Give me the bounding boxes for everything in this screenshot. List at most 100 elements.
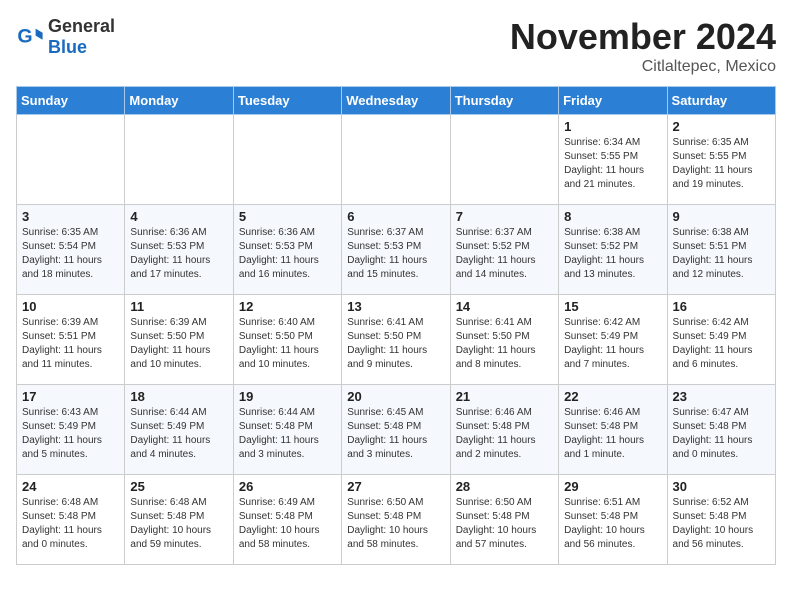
calendar-cell: 3Sunrise: 6:35 AM Sunset: 5:54 PM Daylig… xyxy=(17,205,125,295)
day-number: 28 xyxy=(456,479,553,494)
day-info: Sunrise: 6:44 AM Sunset: 5:49 PM Dayligh… xyxy=(130,406,227,462)
day-info: Sunrise: 6:41 AM Sunset: 5:50 PM Dayligh… xyxy=(456,316,553,372)
calendar-cell: 2 Sunrise: 6:35 AM Sunset: 5:55 PM Daylig… xyxy=(667,115,775,205)
day-number: 17 xyxy=(22,389,119,404)
day-number: 1 xyxy=(564,119,661,134)
day-number: 5 xyxy=(239,209,336,224)
day-info: Sunrise: 6:44 AM Sunset: 5:48 PM Dayligh… xyxy=(239,406,336,462)
week-row-1: 1Sunrise: 6:34 AM Sunset: 5:55 PM Daylig… xyxy=(17,115,776,205)
day-number: 11 xyxy=(130,299,227,314)
calendar-cell: 30 Sunrise: 6:52 AM Sunset: 5:48 PM Dayli… xyxy=(667,475,775,565)
day-number: 13 xyxy=(347,299,444,314)
day-number: 27 xyxy=(347,479,444,494)
dow-saturday: Saturday xyxy=(667,87,775,115)
header: G General Blue November 2024 Citlaltepec… xyxy=(16,16,776,76)
calendar-cell: 20 Sunrise: 6:45 AM Sunset: 5:48 PM Dayli… xyxy=(342,385,450,475)
calendar-cell: 29 Sunrise: 6:51 AM Sunset: 5:48 PM Dayli… xyxy=(559,475,667,565)
day-info: Sunrise: 6:45 AM Sunset: 5:48 PM Dayligh… xyxy=(347,406,444,462)
calendar-cell: 10 Sunrise: 6:39 AM Sunset: 5:51 PM Dayli… xyxy=(17,295,125,385)
day-info: Sunrise: 6:46 AM Sunset: 5:48 PM Dayligh… xyxy=(456,406,553,462)
logo-blue-text: Blue xyxy=(48,37,87,57)
day-info: Sunrise: 6:37 AM Sunset: 5:52 PM Dayligh… xyxy=(456,226,553,282)
calendar-cell: 15Sunrise: 6:42 AM Sunset: 5:49 PM Dayli… xyxy=(559,295,667,385)
calendar-cell xyxy=(342,115,450,205)
week-row-3: 10 Sunrise: 6:39 AM Sunset: 5:51 PM Dayli… xyxy=(17,295,776,385)
calendar-cell: 8Sunrise: 6:38 AM Sunset: 5:52 PM Daylig… xyxy=(559,205,667,295)
calendar-cell: 12Sunrise: 6:40 AM Sunset: 5:50 PM Dayli… xyxy=(233,295,341,385)
calendar-cell: 9 Sunrise: 6:38 AM Sunset: 5:51 PM Daylig… xyxy=(667,205,775,295)
week-row-4: 17 Sunrise: 6:43 AM Sunset: 5:49 PM Dayli… xyxy=(17,385,776,475)
location-title: Citlaltepec, Mexico xyxy=(510,58,776,76)
dow-monday: Monday xyxy=(125,87,233,115)
day-number: 7 xyxy=(456,209,553,224)
day-number: 21 xyxy=(456,389,553,404)
dow-wednesday: Wednesday xyxy=(342,87,450,115)
calendar-cell xyxy=(450,115,558,205)
day-info: Sunrise: 6:51 AM Sunset: 5:48 PM Dayligh… xyxy=(564,496,661,552)
day-number: 25 xyxy=(130,479,227,494)
days-of-week-row: SundayMondayTuesdayWednesdayThursdayFrid… xyxy=(17,87,776,115)
calendar-cell: 7 Sunrise: 6:37 AM Sunset: 5:52 PM Daylig… xyxy=(450,205,558,295)
day-info: Sunrise: 6:41 AM Sunset: 5:50 PM Dayligh… xyxy=(347,316,444,372)
day-info: Sunrise: 6:37 AM Sunset: 5:53 PM Dayligh… xyxy=(347,226,444,282)
calendar-cell: 22 Sunrise: 6:46 AM Sunset: 5:48 PM Dayli… xyxy=(559,385,667,475)
day-info: Sunrise: 6:39 AM Sunset: 5:50 PM Dayligh… xyxy=(130,316,227,372)
day-number: 29 xyxy=(564,479,661,494)
day-number: 4 xyxy=(130,209,227,224)
title-area: November 2024 Citlaltepec, Mexico xyxy=(510,16,776,76)
day-info: Sunrise: 6:48 AM Sunset: 5:48 PM Dayligh… xyxy=(130,496,227,552)
day-info: Sunrise: 6:38 AM Sunset: 5:51 PM Dayligh… xyxy=(673,226,770,282)
day-info: Sunrise: 6:47 AM Sunset: 5:48 PM Dayligh… xyxy=(673,406,770,462)
calendar-cell: 26Sunrise: 6:49 AM Sunset: 5:48 PM Dayli… xyxy=(233,475,341,565)
day-info: Sunrise: 6:36 AM Sunset: 5:53 PM Dayligh… xyxy=(130,226,227,282)
calendar-cell: 4 Sunrise: 6:36 AM Sunset: 5:53 PM Daylig… xyxy=(125,205,233,295)
day-info: Sunrise: 6:39 AM Sunset: 5:51 PM Dayligh… xyxy=(22,316,119,372)
day-number: 18 xyxy=(130,389,227,404)
calendar-cell: 24 Sunrise: 6:48 AM Sunset: 5:48 PM Dayli… xyxy=(17,475,125,565)
day-info: Sunrise: 6:46 AM Sunset: 5:48 PM Dayligh… xyxy=(564,406,661,462)
day-info: Sunrise: 6:43 AM Sunset: 5:49 PM Dayligh… xyxy=(22,406,119,462)
calendar-cell: 21 Sunrise: 6:46 AM Sunset: 5:48 PM Dayli… xyxy=(450,385,558,475)
day-number: 23 xyxy=(673,389,770,404)
logo-general-text: General xyxy=(48,16,115,36)
month-title: November 2024 xyxy=(510,16,776,58)
day-info: Sunrise: 6:48 AM Sunset: 5:48 PM Dayligh… xyxy=(22,496,119,552)
calendar-cell: 17 Sunrise: 6:43 AM Sunset: 5:49 PM Dayli… xyxy=(17,385,125,475)
day-number: 20 xyxy=(347,389,444,404)
week-row-5: 24 Sunrise: 6:48 AM Sunset: 5:48 PM Dayli… xyxy=(17,475,776,565)
day-number: 9 xyxy=(673,209,770,224)
day-number: 8 xyxy=(564,209,661,224)
calendar-cell: 13 Sunrise: 6:41 AM Sunset: 5:50 PM Dayli… xyxy=(342,295,450,385)
day-info: Sunrise: 6:50 AM Sunset: 5:48 PM Dayligh… xyxy=(347,496,444,552)
logo-icon: G xyxy=(16,23,44,51)
day-number: 24 xyxy=(22,479,119,494)
day-number: 2 xyxy=(673,119,770,134)
calendar-cell: 6Sunrise: 6:37 AM Sunset: 5:53 PM Daylig… xyxy=(342,205,450,295)
calendar-cell: 18 Sunrise: 6:44 AM Sunset: 5:49 PM Dayli… xyxy=(125,385,233,475)
dow-friday: Friday xyxy=(559,87,667,115)
day-info: Sunrise: 6:42 AM Sunset: 5:49 PM Dayligh… xyxy=(673,316,770,372)
day-info: Sunrise: 6:52 AM Sunset: 5:48 PM Dayligh… xyxy=(673,496,770,552)
calendar-cell: 1Sunrise: 6:34 AM Sunset: 5:55 PM Daylig… xyxy=(559,115,667,205)
calendar-cell: 28 Sunrise: 6:50 AM Sunset: 5:48 PM Dayli… xyxy=(450,475,558,565)
day-info: Sunrise: 6:35 AM Sunset: 5:55 PM Dayligh… xyxy=(673,136,770,192)
day-info: Sunrise: 6:35 AM Sunset: 5:54 PM Dayligh… xyxy=(22,226,119,282)
day-number: 22 xyxy=(564,389,661,404)
day-info: Sunrise: 6:50 AM Sunset: 5:48 PM Dayligh… xyxy=(456,496,553,552)
calendar-cell: 11 Sunrise: 6:39 AM Sunset: 5:50 PM Dayli… xyxy=(125,295,233,385)
calendar-cell: 19Sunrise: 6:44 AM Sunset: 5:48 PM Dayli… xyxy=(233,385,341,475)
day-info: Sunrise: 6:42 AM Sunset: 5:49 PM Dayligh… xyxy=(564,316,661,372)
calendar-cell: 16 Sunrise: 6:42 AM Sunset: 5:49 PM Dayli… xyxy=(667,295,775,385)
day-number: 12 xyxy=(239,299,336,314)
day-number: 10 xyxy=(22,299,119,314)
day-number: 16 xyxy=(673,299,770,314)
dow-sunday: Sunday xyxy=(17,87,125,115)
calendar-cell: 5Sunrise: 6:36 AM Sunset: 5:53 PM Daylig… xyxy=(233,205,341,295)
calendar-cell: 23 Sunrise: 6:47 AM Sunset: 5:48 PM Dayli… xyxy=(667,385,775,475)
calendar-cell xyxy=(233,115,341,205)
dow-thursday: Thursday xyxy=(450,87,558,115)
logo: G General Blue xyxy=(16,16,115,58)
day-number: 30 xyxy=(673,479,770,494)
calendar-body: 1Sunrise: 6:34 AM Sunset: 5:55 PM Daylig… xyxy=(17,115,776,565)
calendar-cell xyxy=(125,115,233,205)
